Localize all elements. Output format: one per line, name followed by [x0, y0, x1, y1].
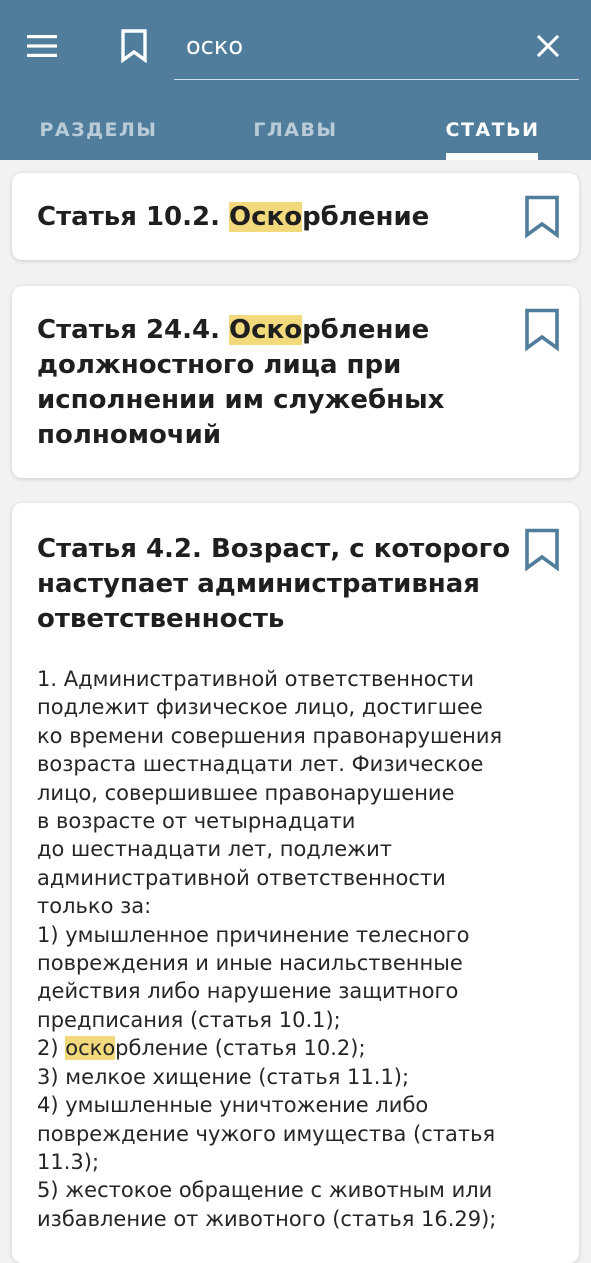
text-segment: возраста шестнадцати лет. Физическое: [37, 752, 484, 777]
excerpt-line: 1) умышленное причинение телесного: [37, 921, 567, 949]
text-segment: должностного лица при: [37, 350, 402, 380]
text-segment: рбление: [302, 202, 430, 232]
active-tab-indicator: [446, 153, 538, 160]
search-input[interactable]: [186, 26, 506, 66]
text-segment: Статья 24.4.: [37, 315, 230, 345]
text-segment: ответственность: [37, 604, 285, 634]
text-segment: 2): [37, 1036, 66, 1061]
search-field: [174, 18, 579, 80]
excerpt-line: 5) жестокое обращение с животным или: [37, 1176, 567, 1204]
hamburger-menu-icon: [27, 35, 57, 57]
text-segment: ко времени совершения правонарушения: [37, 723, 503, 748]
bookmark-button[interactable]: [524, 195, 560, 239]
result-card[interactable]: Статья 4.2. Возраст, с которого наступает…: [12, 503, 579, 1263]
text-segment: рбление: [302, 315, 430, 345]
result-title: Статья 4.2. Возраст, с которого наступает…: [37, 532, 517, 637]
result-excerpt: 1. Административной ответственности подле…: [37, 665, 567, 1233]
excerpt-line: до шестнадцати лет, подлежит: [37, 835, 567, 863]
result-title: Статья 24.4. Оскорбление должностного лиц…: [37, 313, 517, 453]
text-segment: 5) жестокое обращение с животным или: [37, 1178, 493, 1203]
excerpt-line: действия либо нарушение защитного: [37, 977, 567, 1005]
text-segment: Статья 10.2.: [37, 202, 230, 232]
clear-search-button[interactable]: [526, 26, 570, 66]
result-card[interactable]: Статья 24.4. Оскорбление должностного лиц…: [12, 286, 579, 478]
tab-bar: РАЗДЕЛЫ ГЛАВЫ СТАТЬИ: [0, 100, 591, 160]
text-segment: полномочий: [37, 420, 222, 450]
excerpt-line: 2) оскорбление (статья 10.2);: [37, 1034, 567, 1062]
bookmark-icon: [525, 308, 559, 352]
tab-articles[interactable]: СТАТЬИ: [394, 100, 591, 160]
text-segment: предписания (статья 10.1);: [37, 1007, 341, 1032]
text-segment: 4) умышленные уничтожение либо: [37, 1093, 429, 1118]
excerpt-line: повреждение чужого имущества (статья: [37, 1120, 567, 1148]
search-match-highlight: оско: [65, 1036, 116, 1061]
text-segment: 1. Административной ответственности: [37, 667, 475, 691]
excerpt-line: только за:: [37, 892, 567, 920]
excerpt-line: 3) мелкое хищение (статья 11.1);: [37, 1063, 567, 1091]
result-card[interactable]: Статья 10.2. Оскорбление: [12, 173, 579, 260]
text-segment: исполнении им служебных: [37, 385, 445, 415]
excerpt-line: лицо, совершившее правонарушение: [37, 779, 567, 807]
bookmarks-button[interactable]: [112, 24, 156, 68]
bookmark-button[interactable]: [524, 528, 560, 572]
excerpt-line: 1. Административной ответственности: [37, 665, 567, 693]
tab-chapters[interactable]: ГЛАВЫ: [197, 100, 394, 160]
excerpt-line: в возрасте от четырнадцати: [37, 807, 567, 835]
text-segment: действия либо нарушение защитного: [37, 979, 459, 1004]
search-match-highlight: Оско: [229, 315, 303, 345]
excerpt-line: административной ответственности: [37, 864, 567, 892]
close-icon: [537, 35, 559, 57]
excerpt-line: возраста шестнадцати лет. Физическое: [37, 750, 567, 778]
bookmark-button[interactable]: [524, 308, 560, 352]
excerpt-line: повреждения и иные насильственные: [37, 949, 567, 977]
text-segment: 3) мелкое хищение (статья 11.1);: [37, 1064, 410, 1089]
text-segment: лицо, совершившее правонарушение: [37, 780, 455, 805]
excerpt-line: избавление от животного (статья 16.29);: [37, 1205, 567, 1233]
text-segment: административной ответственности: [37, 865, 446, 890]
text-segment: рбление (статья 10.2);: [115, 1036, 366, 1061]
text-segment: избавление от животного (статья 16.29);: [37, 1206, 497, 1231]
text-segment: повреждение чужого имущества (статья: [37, 1121, 496, 1146]
text-segment: повреждения и иные насильственные: [37, 951, 463, 976]
excerpt-line: подлежит физическое лицо, достигшее: [37, 693, 567, 721]
excerpt-line: 4) умышленные уничтожение либо: [37, 1091, 567, 1119]
app-bar: РАЗДЕЛЫ ГЛАВЫ СТАТЬИ: [0, 0, 591, 160]
text-segment: только за:: [37, 894, 152, 919]
search-match-highlight: Оско: [229, 202, 303, 232]
bookmark-icon: [121, 29, 147, 63]
bookmark-icon: [525, 195, 559, 239]
text-segment: подлежит физическое лицо, достигшее: [37, 695, 483, 720]
result-title: Статья 10.2. Оскорбление: [37, 200, 517, 235]
excerpt-line: 11.3);: [37, 1148, 567, 1176]
excerpt-line: ко времени совершения правонарушения: [37, 722, 567, 750]
text-segment: 1) умышленное причинение телесного: [37, 922, 470, 947]
menu-button[interactable]: [22, 28, 62, 64]
text-segment: до шестнадцати лет, подлежит: [37, 837, 392, 862]
bookmark-icon: [525, 528, 559, 572]
text-segment: Статья 4.2. Возраст, с которого: [37, 534, 511, 564]
text-segment: в возрасте от четырнадцати: [37, 809, 356, 834]
excerpt-line: предписания (статья 10.1);: [37, 1006, 567, 1034]
text-segment: 11.3);: [37, 1149, 100, 1174]
text-segment: наступает административная: [37, 569, 480, 599]
tab-sections[interactable]: РАЗДЕЛЫ: [0, 100, 197, 160]
